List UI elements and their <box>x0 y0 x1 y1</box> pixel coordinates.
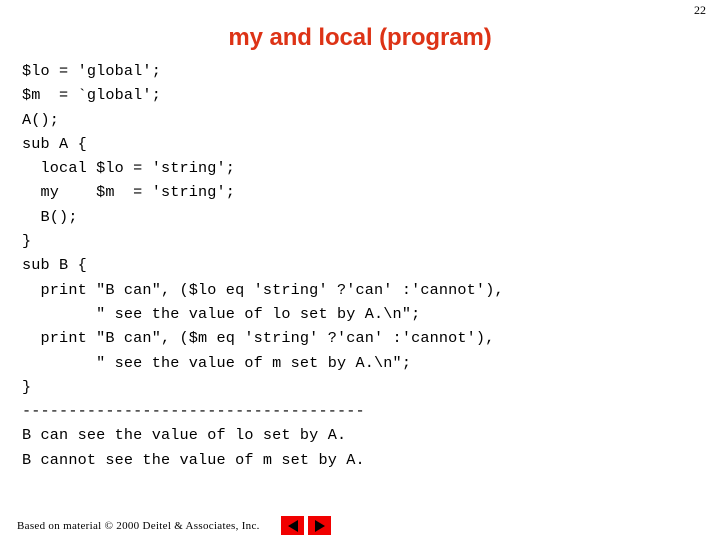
code-line: " see the value of lo set by A.\n"; <box>22 304 421 323</box>
triangle-left-icon <box>287 519 298 532</box>
code-line: local $lo = 'string'; <box>22 159 236 178</box>
code-line: $lo = 'global'; <box>22 62 161 80</box>
triangle-right-icon <box>314 519 325 532</box>
code-line: my $m = 'string'; <box>22 183 236 202</box>
footer-credit: Based on material © 2000 Deitel & Associ… <box>17 520 260 532</box>
code-line: print "B can", ($lo eq 'string' ?'can' :… <box>22 280 504 299</box>
code-line: B can see the value of lo set by A. <box>22 426 347 445</box>
code-line: B cannot see the value of m set by A. <box>22 450 365 469</box>
prev-slide-button[interactable] <box>281 516 304 535</box>
code-line: sub A { <box>22 134 87 153</box>
code-listing: $lo = 'global'; $m = `global'; A(); sub A {… <box>22 59 702 472</box>
code-line: " see the value of m set by A.\n"; <box>22 353 412 372</box>
slide-number: 22 <box>694 3 706 17</box>
page-title: my and local (program) <box>228 24 492 51</box>
code-line: ------------------------------------- <box>22 402 365 421</box>
code-line: B(); <box>22 207 78 226</box>
navigation-buttons <box>281 516 331 535</box>
code-line: } <box>22 232 32 251</box>
code-line: A(); <box>22 110 60 129</box>
code-line: sub B { <box>22 256 87 275</box>
code-line: print "B can", ($m eq 'string' ?'can' :'… <box>22 329 495 348</box>
code-line: $m = `global'; <box>22 86 161 105</box>
code-line: } <box>22 377 32 396</box>
next-slide-button[interactable] <box>308 516 331 535</box>
